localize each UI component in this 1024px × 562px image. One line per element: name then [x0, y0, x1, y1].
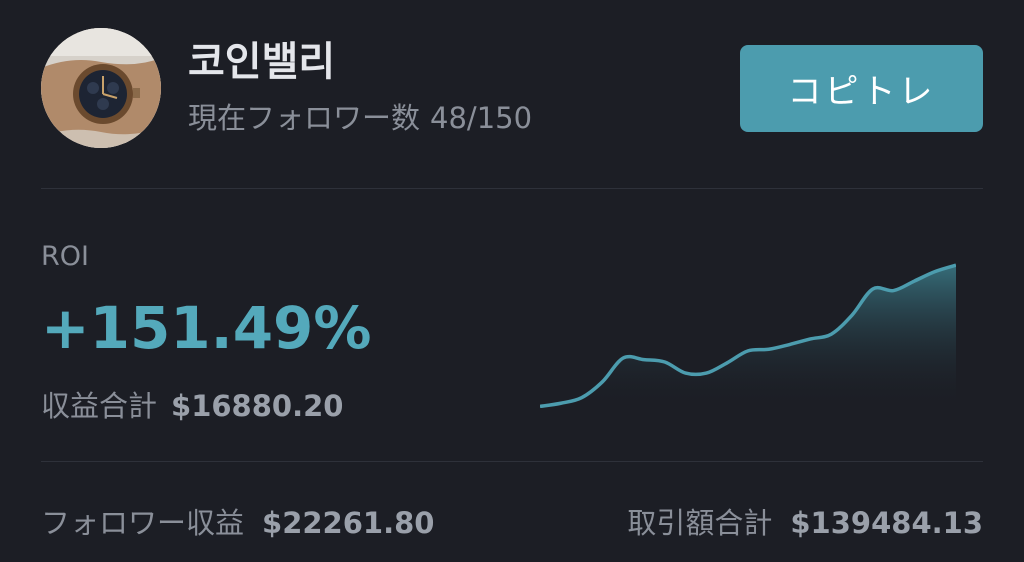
roi-area-fill — [540, 265, 956, 408]
roi-label: ROI — [41, 241, 89, 272]
roi-value: +151.49% — [41, 294, 372, 362]
watch-photo-icon — [41, 28, 161, 148]
total-profit-value: $16880.20 — [171, 389, 344, 423]
trade-volume-label: 取引額合計 — [627, 506, 773, 540]
copy-trade-button[interactable]: コピトレ — [740, 45, 983, 132]
roi-chart — [540, 263, 956, 408]
follower-count-value: 48/150 — [430, 101, 533, 135]
trade-volume-value: $139484.13 — [790, 506, 983, 540]
follower-profit: フォロワー収益 $22261.80 — [41, 505, 434, 541]
follower-profit-label: フォロワー収益 — [41, 506, 245, 540]
trader-card: 코인밸리 現在フォロワー数 48/150 コピトレ ROI +151.49% 収益… — [0, 0, 1024, 562]
total-profit-label: 収益合計 — [41, 389, 158, 423]
divider — [41, 461, 983, 462]
trade-volume: 取引額合計 $139484.13 — [627, 505, 983, 541]
total-profit: 収益合計 $16880.20 — [41, 388, 343, 424]
trader-name: 코인밸리 — [188, 39, 336, 85]
divider — [41, 188, 983, 189]
follower-count-label: 現在フォロワー数 — [188, 101, 421, 135]
follower-count: 現在フォロワー数 48/150 — [188, 100, 532, 136]
avatar[interactable] — [41, 28, 161, 148]
follower-profit-value: $22261.80 — [262, 506, 435, 540]
